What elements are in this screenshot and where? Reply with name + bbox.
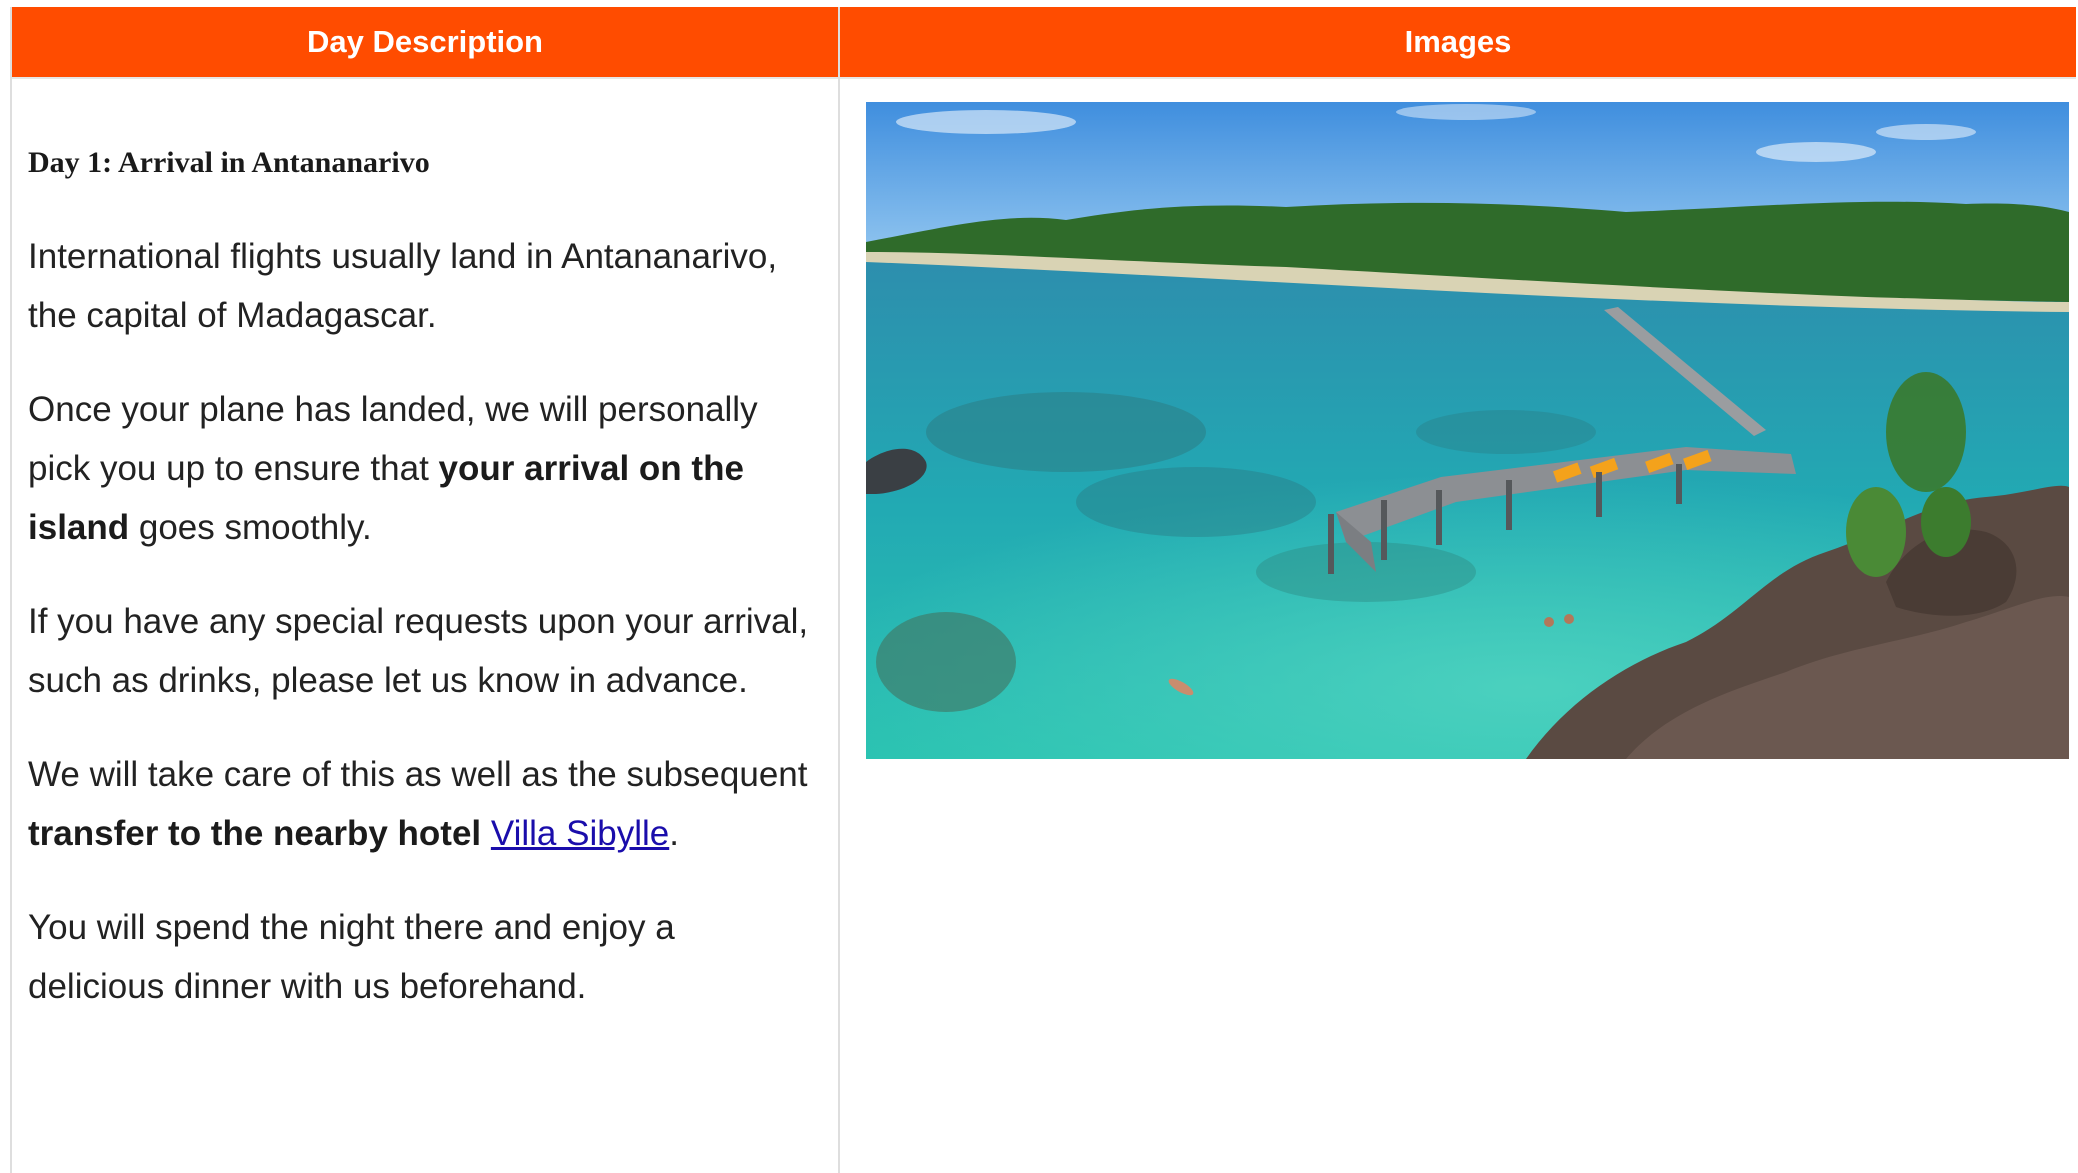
transfer-text: We will take care of this as well as the… [28, 755, 808, 794]
itinerary-table: Day Description Images Day 1: Arrival in… [10, 7, 2076, 1173]
paragraph-pickup: Once your plane has landed, we will pers… [28, 380, 818, 557]
paragraph-flights: International flights usually land in An… [28, 237, 778, 335]
paragraph-requests: If you have any special requests upon yo… [28, 602, 809, 700]
header-day-description: Day Description [12, 7, 838, 77]
day-description-cell: Day 1: Arrival in Antananarivo Internati… [28, 79, 818, 1016]
villa-sibylle-link[interactable]: Villa Sibylle [491, 814, 669, 853]
island-pier-photo [866, 102, 2069, 759]
column-divider [838, 7, 840, 1173]
paragraph-dinner: You will spend the night there and enjoy… [28, 908, 675, 1006]
day-title: Day 1: Arrival in Antananarivo [28, 146, 430, 179]
transfer-period: . [669, 814, 679, 853]
paragraph-transfer: We will take care of this as well as the… [28, 745, 818, 863]
transfer-bold: transfer to the nearby hotel [28, 814, 482, 853]
header-images: Images [840, 7, 2076, 77]
transfer-space [481, 814, 491, 853]
pickup-text-end: goes smoothly. [129, 508, 372, 547]
